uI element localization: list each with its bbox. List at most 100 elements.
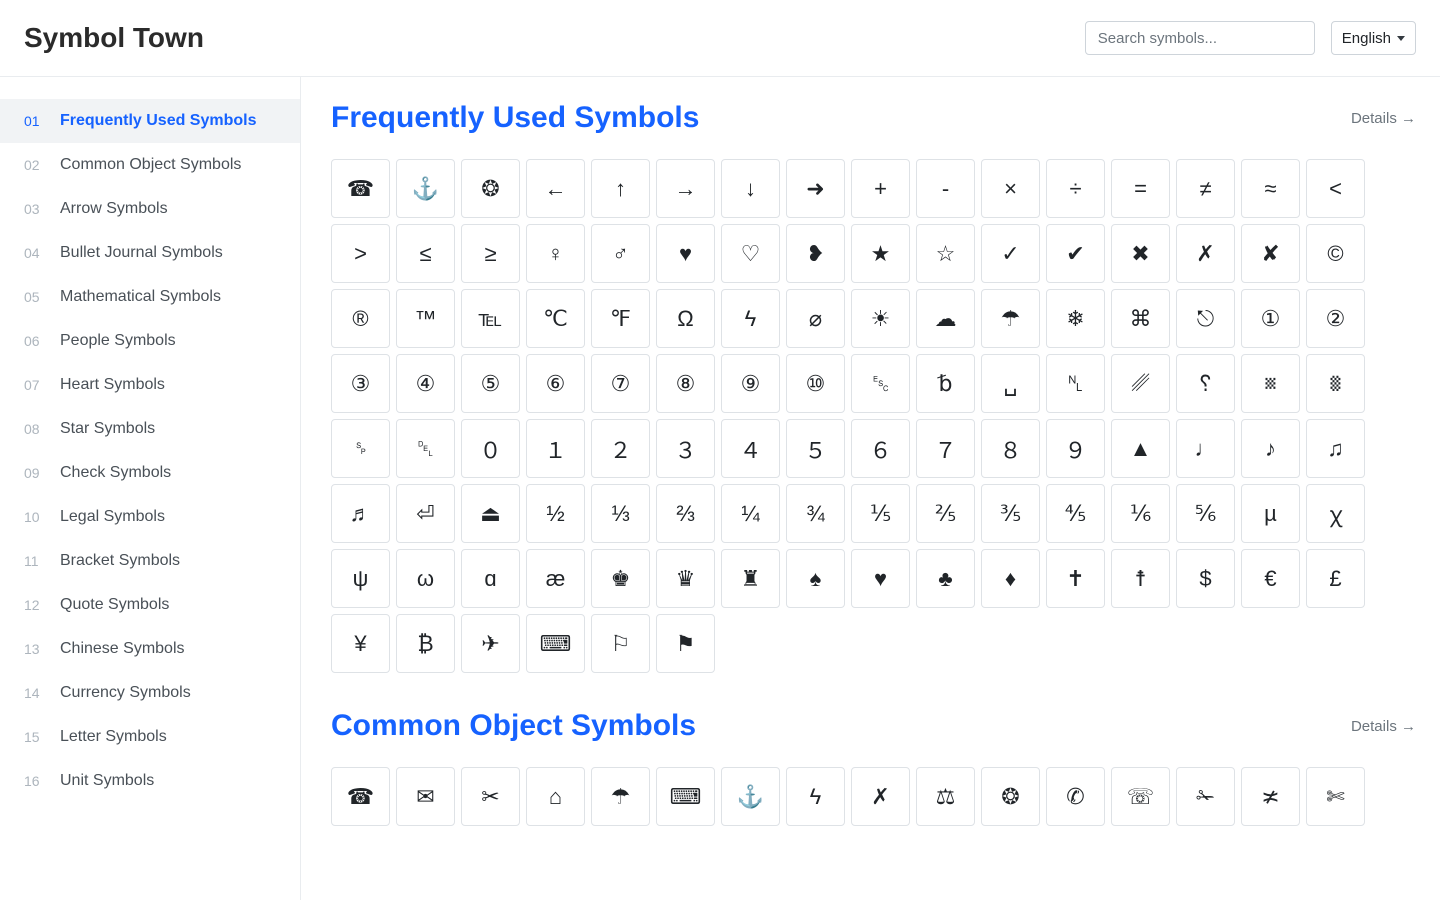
symbol-cell[interactable]: ↑: [591, 159, 650, 218]
sidebar-item[interactable]: 04Bullet Journal Symbols: [0, 231, 300, 275]
symbol-cell[interactable]: ⚖: [916, 767, 975, 826]
symbol-cell[interactable]: ☂: [591, 767, 650, 826]
section-title[interactable]: Common Object Symbols: [331, 709, 696, 743]
symbol-cell[interactable]: ϟ: [721, 289, 780, 348]
symbol-cell[interactable]: ¼: [721, 484, 780, 543]
symbol-cell[interactable]: ␧: [1241, 354, 1300, 413]
symbol-cell[interactable]: ☁: [916, 289, 975, 348]
symbol-cell[interactable]: ☆: [916, 224, 975, 283]
symbol-cell[interactable]: ❂: [461, 159, 520, 218]
symbol-cell[interactable]: ✖: [1111, 224, 1170, 283]
symbol-cell[interactable]: ♬: [331, 484, 390, 543]
symbol-cell[interactable]: ②: [1306, 289, 1365, 348]
symbol-cell[interactable]: ✉: [396, 767, 455, 826]
details-link[interactable]: Details →: [1351, 110, 1416, 127]
symbol-cell[interactable]: ♂: [591, 224, 650, 283]
symbol-cell[interactable]: ✝: [1046, 549, 1105, 608]
symbol-cell[interactable]: ␢: [916, 354, 975, 413]
symbol-cell[interactable]: ４: [721, 419, 780, 478]
main-content[interactable]: Frequently Used SymbolsDetails →☎⚓❂←↑→↓➜…: [301, 77, 1440, 900]
sidebar-item[interactable]: 03Arrow Symbols: [0, 187, 300, 231]
symbol-cell[interactable]: ␨: [1306, 354, 1365, 413]
symbol-cell[interactable]: ɑ: [461, 549, 520, 608]
sidebar-item[interactable]: 14Currency Symbols: [0, 671, 300, 715]
symbol-cell[interactable]: ☂: [981, 289, 1040, 348]
symbol-cell[interactable]: ⏎: [396, 484, 455, 543]
symbol-cell[interactable]: ␠: [331, 419, 390, 478]
symbol-cell[interactable]: ≠: [1176, 159, 1235, 218]
symbol-cell[interactable]: ¾: [786, 484, 845, 543]
symbol-cell[interactable]: £: [1306, 549, 1365, 608]
sidebar-item[interactable]: 05Mathematical Symbols: [0, 275, 300, 319]
symbol-cell[interactable]: ␤: [1046, 354, 1105, 413]
symbol-cell[interactable]: ♥: [656, 224, 715, 283]
symbol-cell[interactable]: ⚓: [721, 767, 780, 826]
symbol-cell[interactable]: ⅗: [981, 484, 1040, 543]
symbol-cell[interactable]: <: [1306, 159, 1365, 218]
symbol-cell[interactable]: ℉: [591, 289, 650, 348]
symbol-cell[interactable]: =: [1111, 159, 1170, 218]
symbol-cell[interactable]: ２: [591, 419, 650, 478]
symbol-cell[interactable]: ×: [981, 159, 1040, 218]
symbol-cell[interactable]: +: [851, 159, 910, 218]
symbol-cell[interactable]: €: [1241, 549, 1300, 608]
symbol-cell[interactable]: １: [526, 419, 585, 478]
symbol-cell[interactable]: >: [331, 224, 390, 283]
symbol-cell[interactable]: ☎: [331, 159, 390, 218]
symbol-cell[interactable]: ␦: [1176, 354, 1235, 413]
symbol-cell[interactable]: ☨: [1111, 549, 1170, 608]
symbol-cell[interactable]: ✘: [1241, 224, 1300, 283]
symbol-cell[interactable]: ⅚: [1176, 484, 1235, 543]
symbol-cell[interactable]: æ: [526, 549, 585, 608]
sidebar-item[interactable]: 08Star Symbols: [0, 407, 300, 451]
symbol-cell[interactable]: ℡: [461, 289, 520, 348]
symbol-cell[interactable]: ♡: [721, 224, 780, 283]
symbol-cell[interactable]: ④: [396, 354, 455, 413]
symbol-cell[interactable]: ❥: [786, 224, 845, 283]
language-selector[interactable]: English: [1331, 21, 1416, 55]
symbol-cell[interactable]: ←: [526, 159, 585, 218]
symbol-cell[interactable]: ６: [851, 419, 910, 478]
symbol-cell[interactable]: ✓: [981, 224, 1040, 283]
sidebar-item[interactable]: 07Heart Symbols: [0, 363, 300, 407]
symbol-cell[interactable]: ⑧: [656, 354, 715, 413]
symbol-cell[interactable]: ７: [916, 419, 975, 478]
symbol-cell[interactable]: ⅕: [851, 484, 910, 543]
symbol-cell[interactable]: ５: [786, 419, 845, 478]
symbol-cell[interactable]: ✄: [1306, 767, 1365, 826]
symbol-cell[interactable]: ½: [526, 484, 585, 543]
symbol-cell[interactable]: ®: [331, 289, 390, 348]
symbol-cell[interactable]: ✈: [461, 614, 520, 673]
symbol-cell[interactable]: ♦: [981, 549, 1040, 608]
symbol-cell[interactable]: ™: [396, 289, 455, 348]
symbol-cell[interactable]: ☎: [331, 767, 390, 826]
symbol-cell[interactable]: ¥: [331, 614, 390, 673]
search-input[interactable]: [1085, 21, 1315, 55]
symbol-cell[interactable]: ♜: [721, 549, 780, 608]
symbol-cell[interactable]: ≈: [1241, 159, 1300, 218]
symbol-cell[interactable]: ⑩: [786, 354, 845, 413]
symbol-cell[interactable]: ✂: [461, 767, 520, 826]
symbol-cell[interactable]: ☀: [851, 289, 910, 348]
symbol-cell[interactable]: ♠: [786, 549, 845, 608]
symbol-cell[interactable]: ８: [981, 419, 1040, 478]
symbol-cell[interactable]: ✔: [1046, 224, 1105, 283]
symbol-cell[interactable]: ♥: [851, 549, 910, 608]
symbol-cell[interactable]: ♣: [916, 549, 975, 608]
sidebar-item[interactable]: 01Frequently Used Symbols: [0, 99, 300, 143]
symbol-cell[interactable]: ♛: [656, 549, 715, 608]
symbol-cell[interactable]: Ω: [656, 289, 715, 348]
symbol-cell[interactable]: ⏏: [461, 484, 520, 543]
symbol-cell[interactable]: µ: [1241, 484, 1300, 543]
sidebar-item[interactable]: 12Quote Symbols: [0, 583, 300, 627]
symbol-cell[interactable]: ☏: [1111, 767, 1170, 826]
symbol-cell[interactable]: ꭓ: [1306, 484, 1365, 543]
symbol-cell[interactable]: ␣: [981, 354, 1040, 413]
symbol-cell[interactable]: ３: [656, 419, 715, 478]
symbol-cell[interactable]: ϟ: [786, 767, 845, 826]
symbol-cell[interactable]: ♫: [1306, 419, 1365, 478]
symbol-cell[interactable]: ③: [331, 354, 390, 413]
symbol-cell[interactable]: ⅔: [656, 484, 715, 543]
symbol-cell[interactable]: →: [656, 159, 715, 218]
symbol-cell[interactable]: ÷: [1046, 159, 1105, 218]
